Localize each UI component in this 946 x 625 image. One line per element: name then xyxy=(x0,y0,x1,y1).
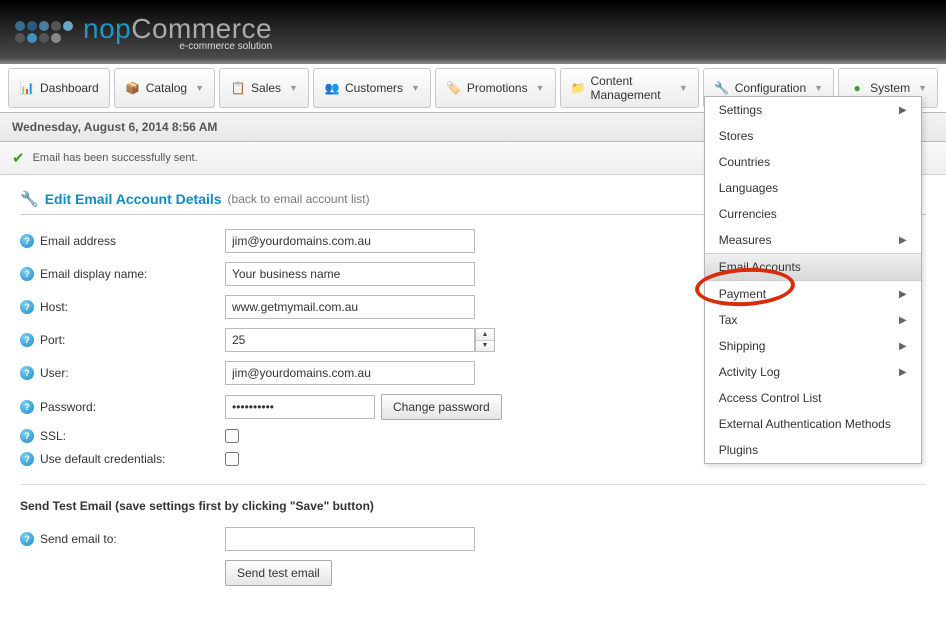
menu-bar: 📊 Dashboard 📦 Catalog ▼ 📋 Sales ▼ 👥 Cust… xyxy=(0,64,946,113)
chevron-down-icon: ▼ xyxy=(536,83,545,93)
dropdown-payment[interactable]: Payment▶ xyxy=(705,281,921,307)
menu-promotions-label: Promotions xyxy=(467,81,528,95)
info-icon: ? xyxy=(20,429,34,443)
chevron-down-icon: ▼ xyxy=(411,83,420,93)
chevron-down-icon: ▼ xyxy=(195,83,204,93)
catalog-icon: 📦 xyxy=(125,80,141,96)
menu-customers[interactable]: 👥 Customers ▼ xyxy=(313,68,431,108)
wrench-icon: 🔧 xyxy=(714,80,730,96)
chevron-right-icon: ▶ xyxy=(899,367,907,378)
port-spinner: ▲ ▼ xyxy=(475,328,495,352)
dropdown-measures[interactable]: Measures▶ xyxy=(705,227,921,253)
divider xyxy=(20,484,926,485)
menu-customers-label: Customers xyxy=(345,81,403,95)
menu-catalog[interactable]: 📦 Catalog ▼ xyxy=(114,68,215,108)
wrench-icon: 🔧 xyxy=(20,190,39,208)
menu-system-label: System xyxy=(870,81,910,95)
chevron-right-icon: ▶ xyxy=(899,341,907,352)
label-email-address: Email address xyxy=(40,234,116,248)
sales-icon: 📋 xyxy=(230,80,246,96)
spinner-down[interactable]: ▼ xyxy=(476,341,494,352)
dropdown-shipping[interactable]: Shipping▶ xyxy=(705,333,921,359)
test-email-header: Send Test Email (save settings first by … xyxy=(20,499,926,513)
email-address-input[interactable] xyxy=(225,229,475,253)
menu-content-management[interactable]: 📁 Content Management ▼ xyxy=(560,68,699,108)
menu-configuration[interactable]: 🔧 Configuration ▼ Settings▶ Stores Count… xyxy=(703,68,834,108)
content-icon: 📁 xyxy=(571,80,586,96)
header: nopCommerce e-commerce solution xyxy=(0,0,946,64)
dropdown-currencies[interactable]: Currencies xyxy=(705,201,921,227)
spinner-up[interactable]: ▲ xyxy=(476,329,494,341)
menu-dashboard[interactable]: 📊 Dashboard xyxy=(8,68,110,108)
check-icon: ✔ xyxy=(12,149,25,167)
logo-sub: e-commerce solution xyxy=(83,41,272,52)
dropdown-languages[interactable]: Languages xyxy=(705,175,921,201)
dropdown-countries[interactable]: Countries xyxy=(705,149,921,175)
label-default-credentials: Use default credentials: xyxy=(40,452,165,466)
ssl-checkbox[interactable] xyxy=(225,429,239,443)
menu-promotions[interactable]: 🏷️ Promotions ▼ xyxy=(435,68,556,108)
dropdown-tax[interactable]: Tax▶ xyxy=(705,307,921,333)
chevron-down-icon: ▼ xyxy=(918,83,927,93)
system-icon: ● xyxy=(849,80,865,96)
logo-text: nopCommerce e-commerce solution xyxy=(83,13,272,52)
label-ssl: SSL: xyxy=(40,429,66,443)
label-send-email-to: Send email to: xyxy=(40,532,117,546)
logo-dots-icon xyxy=(15,15,75,49)
success-text: Email has been successfully sent. xyxy=(33,152,198,164)
dropdown-settings[interactable]: Settings▶ xyxy=(705,97,921,123)
send-test-email-button[interactable]: Send test email xyxy=(225,560,332,586)
user-input[interactable] xyxy=(225,361,475,385)
info-icon: ? xyxy=(20,532,34,546)
label-password: Password: xyxy=(40,400,96,414)
promotions-icon: 🏷️ xyxy=(446,80,462,96)
menu-configuration-label: Configuration xyxy=(735,81,806,95)
logo-commerce: Commerce xyxy=(131,13,272,44)
label-display-name: Email display name: xyxy=(40,267,147,281)
dashboard-icon: 📊 xyxy=(19,80,35,96)
dropdown-ext-auth[interactable]: External Authentication Methods xyxy=(705,411,921,437)
chevron-right-icon: ▶ xyxy=(899,289,907,300)
menu-sales[interactable]: 📋 Sales ▼ xyxy=(219,68,309,108)
display-name-input[interactable] xyxy=(225,262,475,286)
label-host: Host: xyxy=(40,300,68,314)
send-email-to-input[interactable] xyxy=(225,527,475,551)
menu-content-label: Content Management xyxy=(590,74,670,102)
info-icon: ? xyxy=(20,300,34,314)
info-icon: ? xyxy=(20,333,34,347)
port-input[interactable] xyxy=(225,328,475,352)
dropdown-email-accounts[interactable]: Email Accounts xyxy=(705,253,921,281)
chevron-down-icon: ▼ xyxy=(679,83,688,93)
chevron-right-icon: ▶ xyxy=(899,235,907,246)
info-icon: ? xyxy=(20,400,34,414)
chevron-down-icon: ▼ xyxy=(814,83,823,93)
dropdown-activity-log[interactable]: Activity Log▶ xyxy=(705,359,921,385)
back-link[interactable]: (back to email account list) xyxy=(228,192,370,206)
menu-sales-label: Sales xyxy=(251,81,281,95)
label-user: User: xyxy=(40,366,69,380)
chevron-down-icon: ▼ xyxy=(289,83,298,93)
menu-catalog-label: Catalog xyxy=(146,81,187,95)
logo-nop: nop xyxy=(83,13,131,44)
info-icon: ? xyxy=(20,234,34,248)
info-icon: ? xyxy=(20,452,34,466)
chevron-right-icon: ▶ xyxy=(899,315,907,326)
menu-dashboard-label: Dashboard xyxy=(40,81,99,95)
info-icon: ? xyxy=(20,366,34,380)
customers-icon: 👥 xyxy=(324,80,340,96)
dropdown-plugins[interactable]: Plugins xyxy=(705,437,921,463)
dropdown-stores[interactable]: Stores xyxy=(705,123,921,149)
configuration-dropdown: Settings▶ Stores Countries Languages Cur… xyxy=(704,96,922,464)
chevron-right-icon: ▶ xyxy=(899,105,907,116)
info-icon: ? xyxy=(20,267,34,281)
page-title: Edit Email Account Details xyxy=(45,191,222,207)
label-port: Port: xyxy=(40,333,65,347)
change-password-button[interactable]: Change password xyxy=(381,394,502,420)
host-input[interactable] xyxy=(225,295,475,319)
dropdown-acl[interactable]: Access Control List xyxy=(705,385,921,411)
password-input[interactable] xyxy=(225,395,375,419)
default-credentials-checkbox[interactable] xyxy=(225,452,239,466)
